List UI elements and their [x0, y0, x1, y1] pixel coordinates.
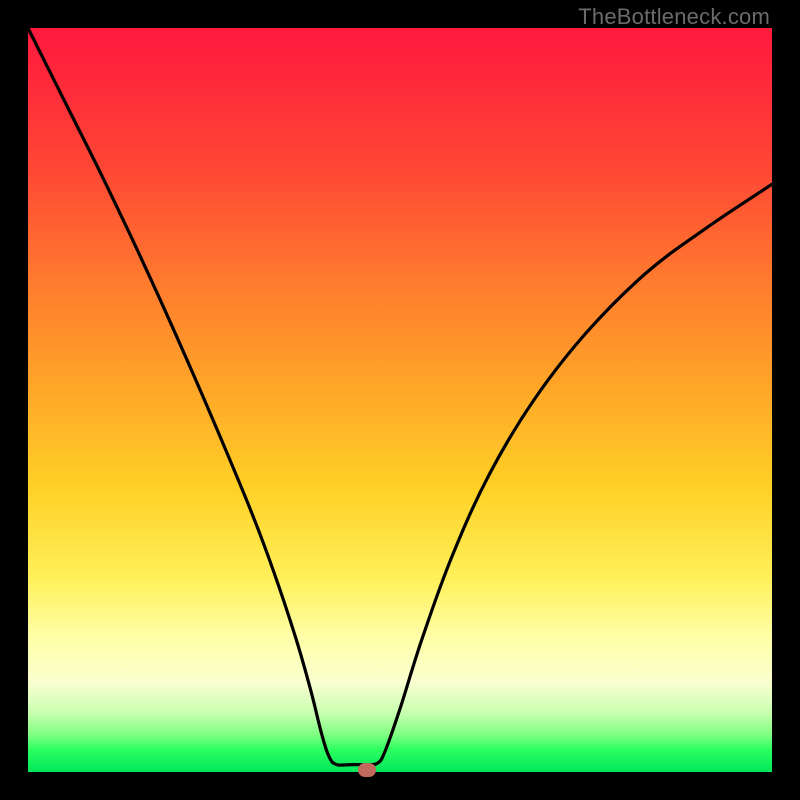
optimum-marker: [358, 763, 376, 777]
plot-area: [28, 28, 772, 772]
chart-frame: TheBottleneck.com: [0, 0, 800, 800]
watermark-text: TheBottleneck.com: [578, 4, 770, 30]
